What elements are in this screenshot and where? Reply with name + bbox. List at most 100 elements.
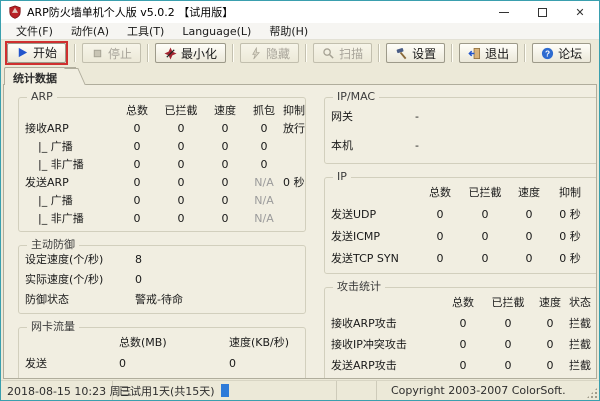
start-button-highlight: 开始 bbox=[5, 41, 68, 66]
toolbar-separator bbox=[451, 44, 453, 62]
toolbar-separator bbox=[147, 44, 149, 62]
status-spacer-panel bbox=[337, 381, 377, 400]
attack-header-row: 总数 已拦截 速度 状态 bbox=[331, 292, 591, 313]
statistics-page: ARP 总数 已拦截 速度 抓包 抑制 接收ARP 0 0 0 0 放行 bbox=[3, 84, 597, 379]
toolbar-separator bbox=[524, 44, 526, 62]
nic-traffic-group-title: 网卡流量 bbox=[27, 321, 79, 333]
arp-header-row: 总数 已拦截 速度 抓包 抑制 bbox=[25, 102, 299, 120]
window-controls: ✕ bbox=[485, 1, 599, 23]
app-window: ARP防火墙单机个人版 v5.0.2 【试用版】 ✕ 文件(F) 动作(A) 工… bbox=[0, 0, 600, 401]
scan-button[interactable]: 扫描 bbox=[313, 43, 372, 63]
status-value: 拦截 bbox=[569, 313, 591, 334]
stop-button-label: 停止 bbox=[108, 45, 132, 62]
row-label: 接收ARP攻击 bbox=[331, 313, 441, 334]
start-button[interactable]: 开始 bbox=[7, 43, 66, 63]
stat-row: 发送ARP攻击 0 0 0 拦截 bbox=[331, 355, 591, 376]
exit-button[interactable]: 退出 bbox=[459, 43, 518, 63]
row-label: 发送ARP bbox=[25, 174, 117, 192]
stat-row: 接收 0 0 bbox=[25, 374, 299, 379]
row-label: 发送 bbox=[25, 353, 119, 374]
shield-icon bbox=[8, 5, 22, 19]
forum-button[interactable]: ? 论坛 bbox=[532, 43, 591, 63]
stat-row: 发送伪造IP攻击 0 0 0 拦截 bbox=[331, 376, 591, 379]
settings-button[interactable]: 设置 bbox=[386, 43, 445, 63]
status-trial-text: 已试用1天(共15天) bbox=[119, 383, 215, 399]
menu-action[interactable]: 动作(A) bbox=[62, 22, 118, 40]
row-label: |_ 非广播 bbox=[25, 210, 117, 228]
status-value: 拦截 bbox=[569, 334, 591, 355]
col-header: 速度 bbox=[509, 182, 549, 204]
tab-statistics-label: 统计数据 bbox=[13, 72, 57, 85]
nic-header-row: 总数(MB) 速度(KB/秒) bbox=[25, 332, 299, 353]
hammer-icon bbox=[395, 47, 408, 60]
col-header: 总数 bbox=[441, 292, 485, 313]
col-header: 抓包 bbox=[245, 102, 283, 120]
stat-row: 防御状态 警戒-待命 bbox=[25, 290, 299, 310]
status-value: 拦截 bbox=[569, 376, 591, 379]
titlebar: ARP防火墙单机个人版 v5.0.2 【试用版】 ✕ bbox=[1, 1, 599, 23]
close-button[interactable]: ✕ bbox=[561, 1, 599, 23]
minimize-to-tray-label: 最小化 bbox=[181, 45, 217, 62]
tabstrip: 统计数据 bbox=[1, 66, 599, 84]
settings-button-label: 设置 bbox=[412, 45, 436, 62]
minimize-icon bbox=[499, 12, 509, 13]
row-label: 设定速度(个/秒) bbox=[25, 250, 135, 270]
menu-help[interactable]: 帮助(H) bbox=[260, 22, 317, 40]
col-header: 已拦截 bbox=[461, 182, 509, 204]
svg-text:?: ? bbox=[545, 48, 550, 58]
stop-button[interactable]: 停止 bbox=[82, 43, 141, 63]
lightning-icon bbox=[249, 47, 262, 60]
stat-row: 接收IP冲突攻击 0 0 0 拦截 bbox=[331, 334, 591, 355]
help-circle-icon: ? bbox=[541, 47, 554, 60]
statusbar: 2018-08-15 10:23 周三 已试用1天(共15天) Copyrigh… bbox=[1, 380, 599, 400]
stat-row: |_ 非广播 0 0 0 N/A bbox=[25, 210, 299, 228]
toolbar-separator bbox=[232, 44, 234, 62]
row-label: |_ 广播 bbox=[25, 138, 117, 156]
active-defense-group-title: 主动防御 bbox=[27, 239, 79, 251]
stat-row: |_ 非广播 0 0 0 0 bbox=[25, 156, 299, 174]
menu-tools[interactable]: 工具(T) bbox=[118, 22, 173, 40]
col-header: 速度(KB/秒) bbox=[229, 332, 299, 353]
attack-stats-group-title: 攻击统计 bbox=[333, 281, 385, 293]
menubar: 文件(F) 动作(A) 工具(T) Language(L) 帮助(H) bbox=[1, 23, 599, 40]
toolbar: 开始 停止 最小化 隐藏 扫描 bbox=[1, 40, 599, 66]
exit-button-label: 退出 bbox=[485, 45, 509, 62]
menu-language[interactable]: Language(L) bbox=[173, 24, 260, 39]
toolbar-separator bbox=[74, 44, 76, 62]
row-label: 网关 bbox=[331, 102, 415, 131]
stat-row: 发送ARP 0 0 0 N/A 0 秒 bbox=[25, 174, 299, 192]
tab-statistics[interactable]: 统计数据 bbox=[4, 67, 76, 85]
col-header: 已拦截 bbox=[157, 102, 205, 120]
stat-row: 接收ARP攻击 0 0 0 拦截 bbox=[331, 313, 591, 334]
hide-button[interactable]: 隐藏 bbox=[240, 43, 299, 63]
play-icon bbox=[16, 46, 29, 59]
row-label: 防御状态 bbox=[25, 290, 135, 310]
minimize-button[interactable] bbox=[485, 1, 523, 23]
toolbar-separator bbox=[378, 44, 380, 62]
ip-group: IP 总数 已拦截 速度 抑制 发送UDP 0 0 0 0 秒 发送ICMP bbox=[324, 177, 597, 274]
row-label: 发送ARP攻击 bbox=[331, 355, 441, 376]
status-value: 拦截 bbox=[569, 355, 591, 376]
col-header: 抑制 bbox=[549, 182, 591, 204]
stat-row: 发送TCP SYN 0 0 0 0 秒 bbox=[331, 248, 591, 270]
nic-traffic-group: 网卡流量 总数(MB) 速度(KB/秒) 发送 0 0 接收 0 0 bbox=[18, 327, 306, 379]
menu-file[interactable]: 文件(F) bbox=[7, 22, 62, 40]
active-defense-group: 主动防御 设定速度(个/秒) 8 实际速度(个/秒) 0 防御状态 警戒-待命 bbox=[18, 245, 306, 314]
status-copyright: Copyright 2003-2007 ColorSoft. bbox=[377, 381, 599, 400]
exit-door-icon bbox=[468, 47, 481, 60]
right-column: IP/MAC 网关 - 本机 - IP 总数 已拦截 速度 抑制 bbox=[324, 91, 597, 374]
left-column: ARP 总数 已拦截 速度 抓包 抑制 接收ARP 0 0 0 0 放行 bbox=[18, 91, 306, 374]
maximize-icon bbox=[538, 8, 547, 17]
stat-row: 实际速度(个/秒) 0 bbox=[25, 270, 299, 290]
stat-row: 本机 - bbox=[331, 131, 591, 160]
col-header: 总数 bbox=[117, 102, 157, 120]
start-button-label: 开始 bbox=[33, 44, 57, 61]
stat-row: 发送UDP 0 0 0 0 秒 bbox=[331, 204, 591, 226]
minimize-to-tray-button[interactable]: 最小化 bbox=[155, 43, 226, 63]
row-label: 接收ARP bbox=[25, 120, 117, 138]
ip-group-title: IP bbox=[333, 171, 351, 183]
stat-row: 设定速度(个/秒) 8 bbox=[25, 250, 299, 270]
row-label: 发送UDP bbox=[331, 204, 419, 226]
maximize-button[interactable] bbox=[523, 1, 561, 23]
row-label: 接收IP冲突攻击 bbox=[331, 334, 441, 355]
